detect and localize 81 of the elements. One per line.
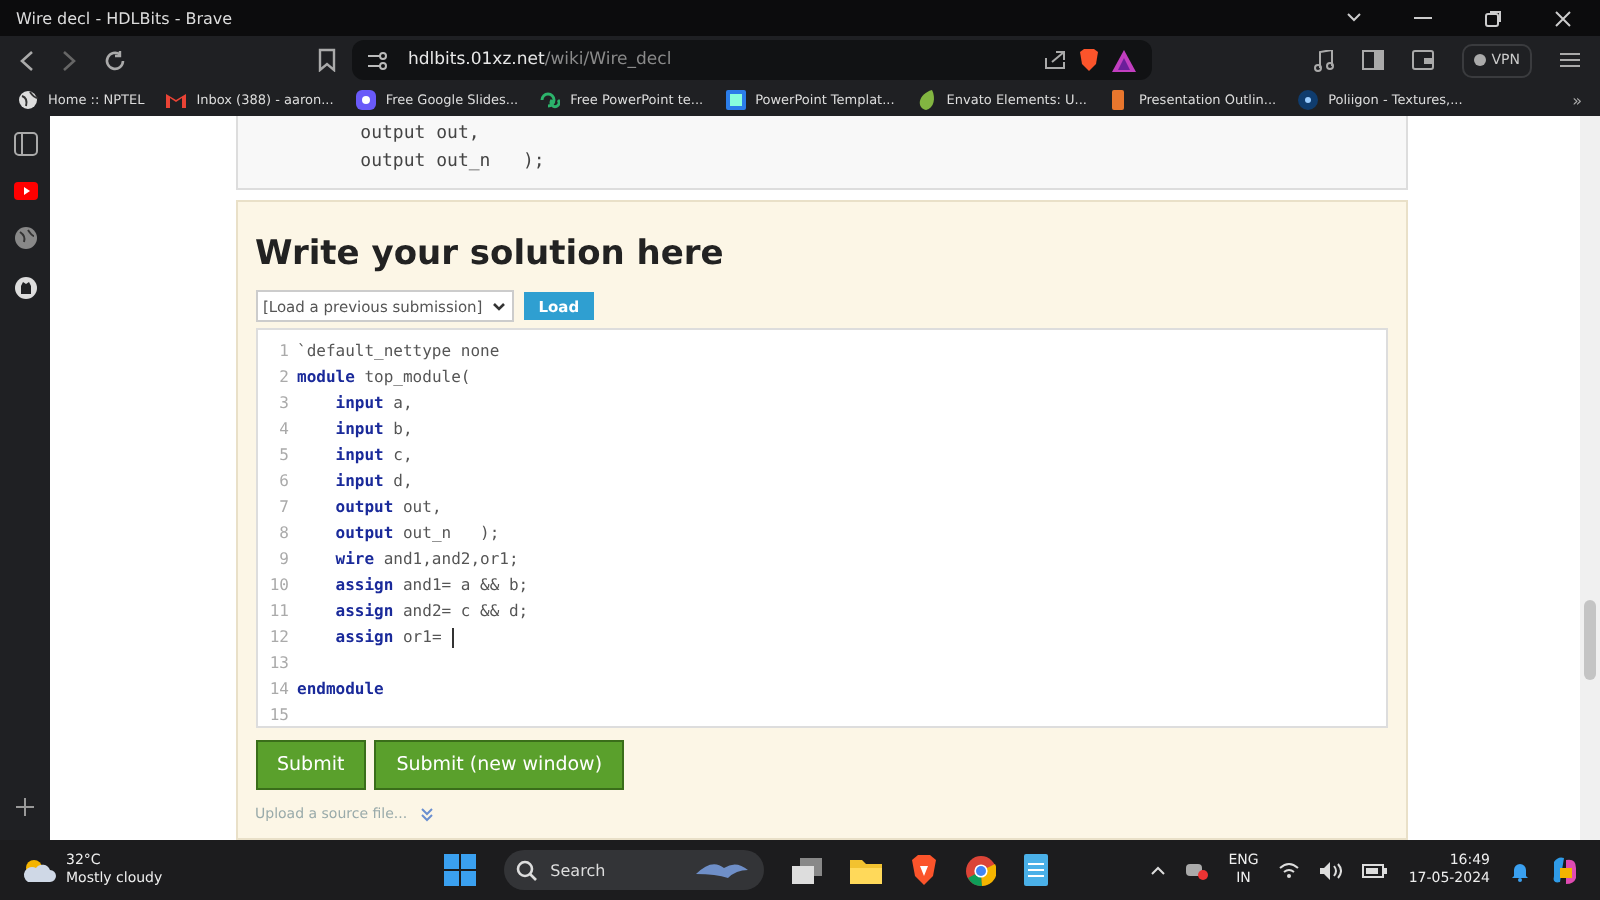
line-number: 15 bbox=[267, 706, 289, 724]
chevron-down-icon[interactable] bbox=[1346, 12, 1362, 24]
music-note-icon[interactable] bbox=[1313, 49, 1334, 71]
code-line: module top_module( bbox=[297, 368, 471, 386]
add-icon[interactable] bbox=[16, 798, 34, 816]
windows-start-icon[interactable] bbox=[444, 854, 477, 886]
bird-icon bbox=[692, 858, 753, 882]
bookmarks-overflow[interactable]: » bbox=[1572, 91, 1582, 109]
taskbar-search-field[interactable]: Search bbox=[504, 850, 765, 890]
wallet-icon[interactable] bbox=[1411, 50, 1434, 70]
line-number: 3 bbox=[277, 394, 289, 412]
code-line: input d, bbox=[333, 472, 413, 490]
url-host: hdlbits.01xz.net bbox=[408, 50, 545, 70]
line-number: 14 bbox=[267, 680, 289, 698]
globe-icon[interactable] bbox=[13, 226, 37, 250]
line-number: 10 bbox=[267, 576, 289, 594]
code-line: input c, bbox=[333, 446, 413, 464]
code-line: assign and1= a && b; bbox=[333, 576, 529, 594]
line-number: 11 bbox=[267, 602, 289, 620]
circle-icon bbox=[1298, 90, 1319, 110]
site-settings-icon[interactable] bbox=[368, 51, 388, 69]
back-icon[interactable] bbox=[20, 49, 34, 71]
scrollbar-thumb[interactable] bbox=[1584, 600, 1596, 680]
code-line: wire and1,and2,or1; bbox=[333, 550, 519, 568]
wifi-icon[interactable] bbox=[1278, 862, 1301, 878]
notepad-icon[interactable] bbox=[1024, 854, 1049, 886]
menu-icon[interactable] bbox=[1560, 52, 1580, 68]
code-line: input b, bbox=[333, 420, 413, 438]
code-line: input a, bbox=[333, 394, 413, 412]
line-number: 8 bbox=[277, 524, 289, 542]
chevron-up-icon[interactable] bbox=[1150, 865, 1167, 875]
line-number: 1 bbox=[277, 342, 289, 360]
line-number: 2 bbox=[277, 368, 289, 386]
dot-icon bbox=[1473, 54, 1486, 66]
section-heading: Write your solution here bbox=[255, 234, 726, 274]
leaf-icon bbox=[916, 90, 937, 110]
code-line: `default_nettype none bbox=[297, 342, 500, 360]
globe-icon bbox=[18, 90, 38, 110]
url-path: /wiki/Wire_decl bbox=[544, 50, 672, 70]
code-line: output out, bbox=[358, 122, 482, 148]
reload-icon[interactable] bbox=[104, 49, 126, 71]
scrollbar[interactable] bbox=[1580, 116, 1600, 840]
minimize-icon[interactable] bbox=[1414, 16, 1432, 20]
window-title: Wire decl - HDLBits - Brave bbox=[16, 9, 233, 27]
search-icon bbox=[516, 859, 539, 881]
restore-icon[interactable] bbox=[1484, 9, 1502, 27]
sidebar-panel-icon[interactable] bbox=[13, 132, 37, 156]
envelope-icon bbox=[166, 90, 187, 110]
play-icon[interactable] bbox=[13, 182, 37, 200]
line-number: 12 bbox=[267, 628, 289, 646]
folder-icon[interactable] bbox=[850, 857, 883, 883]
loop-icon bbox=[540, 90, 561, 110]
code-line: output out_n ); bbox=[358, 150, 547, 176]
chrome-icon[interactable] bbox=[966, 855, 997, 885]
line-number: 4 bbox=[277, 420, 289, 438]
caret-icon bbox=[492, 301, 507, 311]
code-line: endmodule bbox=[297, 680, 384, 698]
square-icon bbox=[725, 90, 746, 110]
sidebar-icon[interactable] bbox=[1361, 50, 1384, 70]
bell-icon[interactable] bbox=[1510, 859, 1530, 881]
cloud-sun-icon bbox=[20, 856, 56, 884]
code-line: output out_n ); bbox=[333, 524, 500, 542]
forward-icon[interactable] bbox=[62, 49, 76, 71]
line-number: 9 bbox=[277, 550, 289, 568]
double-chevron-icon[interactable] bbox=[419, 807, 434, 821]
address-bar[interactable]: hdlbits.01xz.net/wiki/Wire_decl bbox=[352, 40, 1152, 80]
line-number: 5 bbox=[277, 446, 289, 464]
triangle-icon[interactable] bbox=[1112, 49, 1136, 71]
code-line: assign and2= c && d; bbox=[333, 602, 529, 620]
battery-icon[interactable] bbox=[1362, 861, 1389, 879]
task-view-icon[interactable] bbox=[792, 857, 823, 883]
document-icon bbox=[1108, 90, 1129, 110]
bookmark-icon[interactable] bbox=[318, 48, 336, 72]
line-number: 7 bbox=[277, 498, 289, 516]
line-number: 6 bbox=[277, 472, 289, 490]
share-icon[interactable] bbox=[1044, 50, 1066, 70]
speaker-icon[interactable] bbox=[1320, 861, 1343, 879]
close-icon[interactable] bbox=[1554, 9, 1572, 27]
line-number: 13 bbox=[267, 654, 289, 672]
code-line: assign or1= bbox=[333, 628, 444, 646]
code-line: output out, bbox=[333, 498, 442, 516]
